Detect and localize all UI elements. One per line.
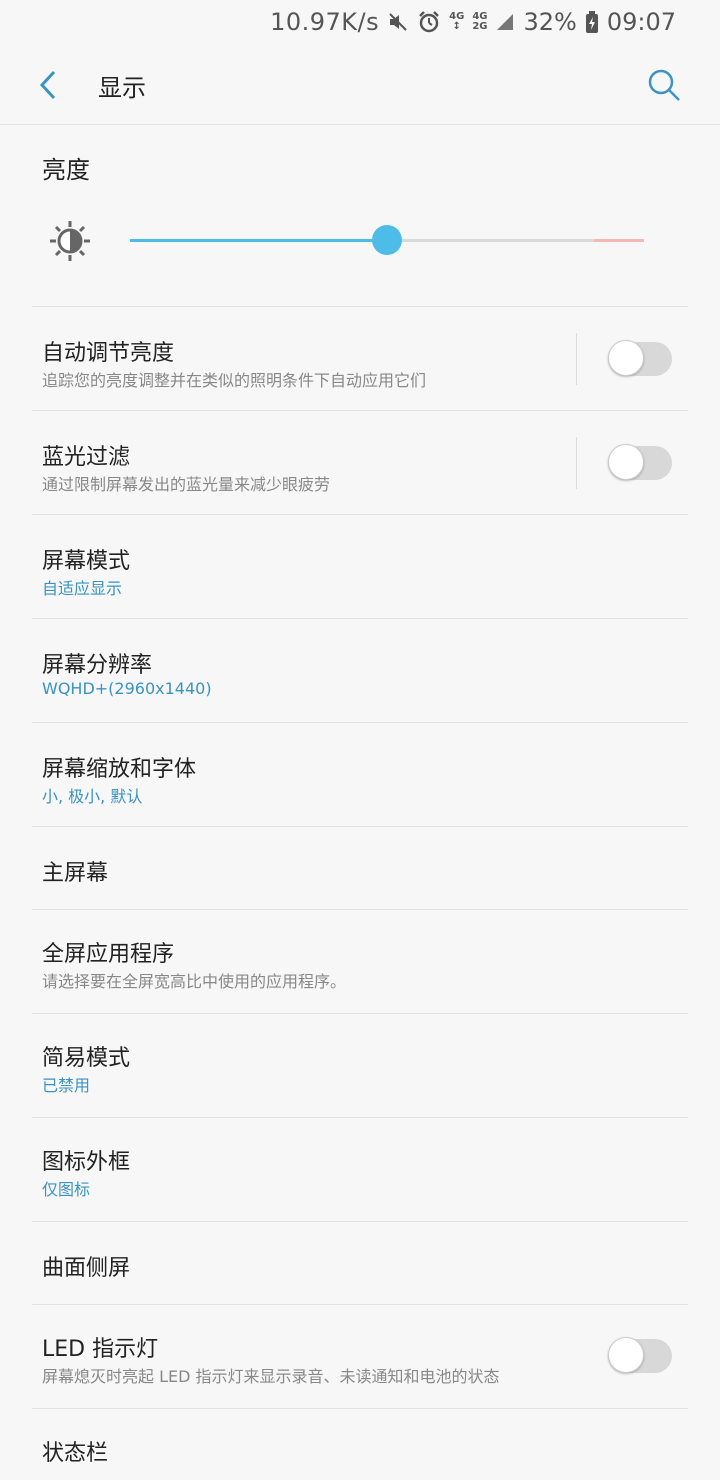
toggle-knob xyxy=(608,340,644,376)
brightness-title: 亮度 xyxy=(42,156,90,184)
battery-charging-icon xyxy=(585,11,599,33)
setting-label: 状态栏 xyxy=(42,1441,109,1466)
vertical-separator xyxy=(576,333,577,385)
setting-home-screen[interactable]: 主屏幕 xyxy=(0,827,720,909)
slider-warning-zone xyxy=(594,239,644,242)
blue-light-filter-toggle[interactable] xyxy=(608,444,672,480)
setting-icon-frames[interactable]: 图标外框 仅图标 xyxy=(0,1118,720,1221)
setting-screen-resolution[interactable]: 屏幕分辨率 WQHD+(2960x1440) xyxy=(0,619,720,722)
brightness-control xyxy=(42,215,682,267)
setting-screen-zoom-font[interactable]: 屏幕缩放和字体 小, 极小, 默认 xyxy=(0,723,720,826)
back-arrow-icon[interactable] xyxy=(34,68,64,102)
led-indicator-toggle[interactable] xyxy=(608,1337,672,1373)
app-bar: 显示 xyxy=(0,44,720,125)
auto-brightness-toggle[interactable] xyxy=(608,340,672,376)
toggle-knob xyxy=(608,1337,644,1373)
search-icon[interactable] xyxy=(645,66,683,104)
mute-icon xyxy=(387,11,409,33)
setting-value: 自适应显示 xyxy=(42,579,123,598)
status-bar: 10.97K/s 4G ↕ 4G 2G 32% 09:07 xyxy=(0,0,720,44)
4g-2g-signal-icon: 4G 2G xyxy=(472,11,488,32)
setting-edge-screen[interactable]: 曲面侧屏 xyxy=(0,1222,720,1304)
setting-label: 全屏应用程序 xyxy=(42,942,175,967)
setting-description: 通过限制屏幕发出的蓝光量来减少眼疲劳 xyxy=(42,475,331,494)
setting-description: 追踪您的亮度调整并在类似的照明条件下自动应用它们 xyxy=(42,371,427,390)
setting-easy-mode[interactable]: 简易模式 已禁用 xyxy=(0,1014,720,1117)
cell-signal-icon xyxy=(495,12,515,32)
setting-value: 仅图标 xyxy=(42,1180,91,1199)
battery-percent: 32% xyxy=(523,8,577,36)
brightness-slider[interactable] xyxy=(130,225,644,255)
slider-thumb[interactable] xyxy=(372,225,402,255)
setting-label: 自动调节亮度 xyxy=(42,341,175,366)
vertical-separator xyxy=(576,437,577,489)
setting-value: 小, 极小, 默认 xyxy=(42,787,143,806)
setting-value: 已禁用 xyxy=(42,1076,91,1095)
brightness-icon xyxy=(48,219,92,263)
page-title: 显示 xyxy=(98,74,146,102)
setting-description: 屏幕熄灭时亮起 LED 指示灯来显示录音、未读通知和电池的状态 xyxy=(42,1367,500,1386)
setting-led-indicator[interactable]: LED 指示灯 屏幕熄灭时亮起 LED 指示灯来显示录音、未读通知和电池的状态 xyxy=(0,1305,720,1408)
setting-label: 图标外框 xyxy=(42,1150,131,1175)
setting-fullscreen-apps[interactable]: 全屏应用程序 请选择要在全屏宽高比中使用的应用程序。 xyxy=(0,910,720,1013)
setting-status-bar[interactable]: 状态栏 xyxy=(0,1409,720,1480)
setting-screen-mode[interactable]: 屏幕模式 自适应显示 xyxy=(0,515,720,618)
setting-value: WQHD+(2960x1440) xyxy=(42,679,212,698)
setting-description: 请选择要在全屏宽高比中使用的应用程序。 xyxy=(42,972,347,991)
setting-label: 屏幕分辨率 xyxy=(42,653,153,678)
setting-blue-light-filter[interactable]: 蓝光过滤 通过限制屏幕发出的蓝光量来减少眼疲劳 xyxy=(0,411,720,514)
toggle-knob xyxy=(608,444,644,480)
setting-label: 主屏幕 xyxy=(42,861,109,886)
network-speed: 10.97K/s xyxy=(270,8,380,36)
setting-label: 屏幕缩放和字体 xyxy=(42,757,197,782)
setting-label: 曲面侧屏 xyxy=(42,1256,131,1281)
slider-fill xyxy=(130,239,387,242)
setting-auto-brightness[interactable]: 自动调节亮度 追踪您的亮度调整并在类似的照明条件下自动应用它们 xyxy=(0,307,720,410)
4g-signal-icon: 4G ↕ xyxy=(449,11,465,32)
clock: 09:07 xyxy=(606,8,676,36)
setting-label: 简易模式 xyxy=(42,1046,131,1071)
setting-label: LED 指示灯 xyxy=(42,1337,159,1362)
setting-label: 屏幕模式 xyxy=(42,549,131,574)
alarm-icon xyxy=(417,10,441,34)
setting-label: 蓝光过滤 xyxy=(42,445,131,470)
